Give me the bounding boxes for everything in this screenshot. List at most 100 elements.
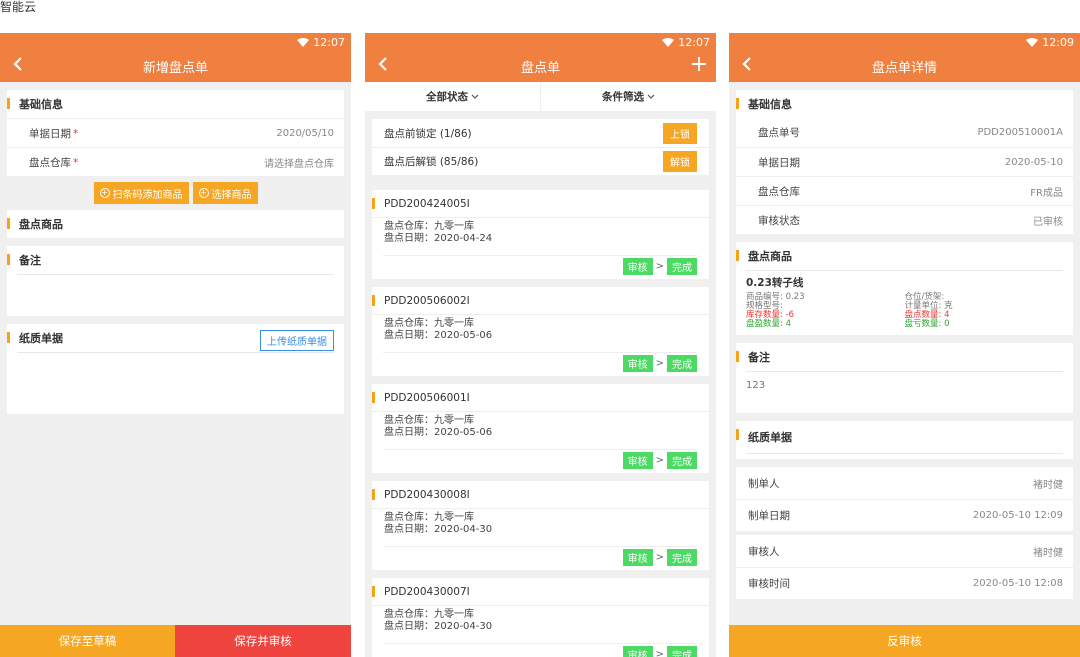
button-label: 扫条码添加商品: [112, 189, 183, 201]
order-id: PDD200506001I: [372, 384, 709, 412]
status-time: 12:09: [1042, 36, 1074, 49]
wifi-icon: [1026, 38, 1039, 47]
screen-inventory-detail: 12:09 盘点单详情 基础信息 盘点单号 PDD200510001A 单据日期…: [729, 33, 1080, 657]
button-label: 选择商品: [211, 189, 252, 201]
order-progress: 审核 > 完成: [382, 255, 697, 275]
header-bar: 12:07 盘点单: [365, 33, 716, 82]
complete-step-tag: 完成: [667, 646, 697, 657]
field-doc-date[interactable]: 单据日期 * 2020/05/10: [7, 118, 344, 147]
field-label: 单据日期: [758, 156, 800, 169]
page-title: 新增盘点单: [142, 61, 208, 76]
audit-step-tag: 审核: [622, 549, 653, 566]
status-time: 12:07: [678, 36, 710, 49]
section-title: 备注: [736, 343, 1073, 371]
unlock-button[interactable]: 解锁: [663, 151, 697, 172]
required-mark: *: [73, 127, 79, 140]
status-bar: 12:07: [662, 36, 710, 49]
order-warehouse: 盘点仓库：九零一库: [384, 318, 474, 329]
order-date: 盘点日期：2020-05-06: [384, 427, 493, 438]
plus-circle-icon: +: [198, 188, 209, 198]
chevron-down-icon: [471, 91, 479, 103]
arrow-right-icon: >: [655, 358, 664, 369]
order-item[interactable]: PDD200430007I 盘点仓库：九零一库 盘点日期：2020-04-30 …: [372, 578, 709, 657]
section-title: 盘点商品: [7, 210, 344, 238]
maker-card: 制单人 褚时健 制单日期 2020-05-10 12:09: [736, 467, 1073, 531]
section-title: 盘点商品: [736, 242, 1073, 270]
order-id: PDD200430007I: [372, 578, 709, 606]
field-label: 制单人: [748, 477, 780, 490]
upload-paper-button[interactable]: 上传纸质单据: [260, 330, 334, 351]
paper-doc-card: 纸质单据 上传纸质单据: [7, 324, 344, 414]
field-value: FR成品: [1030, 187, 1063, 199]
complete-step-tag: 完成: [667, 549, 697, 566]
arrow-right-icon: >: [655, 455, 664, 466]
field-value: 2020-05-10 12:09: [972, 510, 1063, 521]
product-item[interactable]: 0.23转子线 商品编号: 0.23 仓位/货架: 规格型号: 计量单位: 克 …: [736, 271, 1073, 335]
arrow-right-icon: >: [655, 261, 664, 272]
add-icon[interactable]: [690, 55, 708, 73]
basic-info-card: 基础信息 盘点单号 PDD200510001A 单据日期 2020-05-10 …: [736, 90, 1073, 234]
section-title: 纸质单据: [736, 421, 1073, 453]
field-value: 褚时健: [1033, 547, 1063, 559]
order-date: 盘点日期：2020-05-06: [384, 330, 493, 341]
lock-button[interactable]: 上锁: [663, 122, 697, 144]
arrow-right-icon: >: [655, 552, 664, 563]
condition-filter-dropdown[interactable]: 条件筛选: [540, 82, 716, 111]
scan-barcode-button[interactable]: + 扫条码添加商品: [93, 182, 189, 204]
audit-time-row: 审核时间 2020-05-10 12:08: [736, 567, 1073, 599]
field-value: 2020-05-10: [1004, 156, 1063, 168]
field-value: 2020/05/10: [276, 127, 334, 139]
product-name: 0.23转子线: [746, 277, 804, 289]
order-progress: 审核 > 完成: [382, 449, 697, 469]
field-warehouse[interactable]: 盘点仓库 * 请选择盘点仓库: [7, 147, 344, 176]
add-goods-buttons: + 扫条码添加商品 + 选择商品: [0, 182, 351, 204]
maker-date-row: 制单日期 2020-05-10 12:09: [736, 499, 1073, 531]
order-item[interactable]: PDD200506002I 盘点仓库：九零一库 盘点日期：2020-05-06 …: [372, 287, 709, 376]
save-draft-button[interactable]: 保存至草稿: [0, 625, 175, 657]
unlock-label: 盘点后解锁 (85/86): [384, 156, 479, 168]
divider: [17, 274, 334, 275]
unlock-row: 盘点后解锁 (85/86) 解锁: [372, 147, 709, 175]
filter-label: 全部状态: [426, 91, 468, 103]
remark-card: 备注: [7, 246, 344, 316]
status-filter-dropdown[interactable]: 全部状态: [365, 82, 540, 111]
paper-doc-card: 纸质单据: [736, 421, 1073, 459]
complete-step-tag: 完成: [667, 452, 697, 469]
basic-info-card: 基础信息 单据日期 * 2020/05/10 盘点仓库 * 请选择盘点仓库: [7, 90, 344, 176]
page-title: 盘点单详情: [871, 61, 937, 76]
order-item[interactable]: PDD200430008I 盘点仓库：九零一库 盘点日期：2020-04-30 …: [372, 481, 709, 570]
order-progress: 审核 > 完成: [382, 546, 697, 566]
lock-row: 盘点前锁定 (1/86) 上锁: [372, 119, 709, 147]
field-label: 制单日期: [748, 510, 790, 522]
order-progress: 审核 > 完成: [382, 643, 697, 657]
reverse-audit-button[interactable]: 反审核: [729, 625, 1080, 657]
audit-step-tag: 审核: [622, 452, 653, 469]
complete-step-tag: 完成: [667, 258, 697, 275]
required-mark: *: [73, 156, 79, 169]
order-warehouse: 盘点仓库：九零一库: [384, 512, 474, 523]
plus-circle-icon: +: [99, 188, 110, 198]
auditor-row: 审核人 褚时健: [736, 535, 1073, 567]
gain-qty: 盘盈数量: 4: [746, 319, 791, 329]
order-item[interactable]: PDD200424005I 盘点仓库：九零一库 盘点日期：2020-04-24 …: [372, 190, 709, 279]
order-date: 盘点日期：2020-04-30: [384, 524, 493, 535]
audit-step-tag: 审核: [622, 646, 653, 657]
field-value: 请选择盘点仓库: [264, 158, 334, 170]
screen-new-inventory: 12:07 新增盘点单 基础信息 单据日期 * 2020/05/10 盘点仓库 * …: [0, 33, 351, 657]
status-time: 12:07: [313, 36, 345, 49]
lock-card: 盘点前锁定 (1/86) 上锁 盘点后解锁 (85/86) 解锁: [372, 119, 709, 175]
save-audit-button[interactable]: 保存并审核: [175, 625, 351, 657]
select-goods-button[interactable]: + 选择商品: [192, 182, 258, 204]
field-label: 审核状态: [758, 214, 800, 227]
order-item[interactable]: PDD200506001I 盘点仓库：九零一库 盘点日期：2020-05-06 …: [372, 384, 709, 473]
goods-card: 盘点商品 0.23转子线 商品编号: 0.23 仓位/货架: 规格型号: 计量单…: [736, 242, 1073, 335]
order-id: PDD200424005I: [372, 190, 709, 218]
audit-step-tag: 审核: [622, 355, 653, 372]
audit-step-tag: 审核: [622, 258, 653, 275]
filter-bar: 全部状态 条件筛选: [365, 82, 716, 111]
wifi-icon: [297, 38, 310, 47]
field-order-no: 盘点单号 PDD200510001A: [736, 118, 1073, 147]
complete-step-tag: 完成: [667, 355, 697, 372]
header-bar: 12:07 新增盘点单: [0, 33, 351, 82]
wifi-icon: [662, 38, 675, 47]
